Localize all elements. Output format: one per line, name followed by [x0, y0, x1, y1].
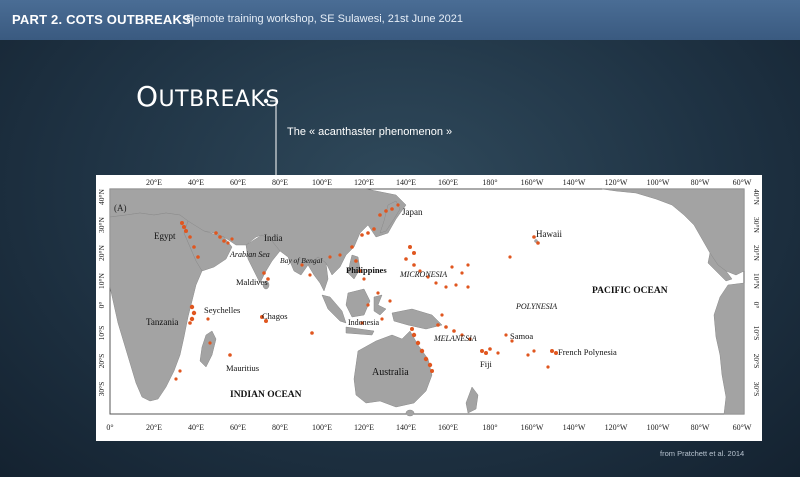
label-fiji: Fiji — [480, 359, 492, 369]
lon-label-top: 20°E — [146, 178, 162, 187]
lon-label-bottom: 160°W — [521, 423, 544, 432]
panel-label: (A) — [114, 203, 127, 213]
lon-label-top: 80°W — [691, 178, 710, 187]
lon-label-bottom: 120°W — [605, 423, 628, 432]
label-arabian-sea: Arabian Sea — [229, 250, 270, 259]
header-part-label: PART 2. COTS OUTBREAKS| — [12, 12, 195, 27]
lat-label-right: 20°N — [752, 245, 761, 261]
label-bay-of-bengal: Bay of Bengal — [280, 256, 323, 265]
lat-label-right: 0° — [752, 302, 761, 309]
label-hawaii: Hawaii — [536, 229, 562, 239]
lat-label-right: 30°S — [752, 382, 761, 397]
right-latitude-labels: 40°N 30°N 20°N 10°N 0° 10°S 20°S 30°S — [752, 189, 761, 396]
lat-label-left: 30°S — [97, 382, 106, 397]
lon-label-bottom: 100°W — [647, 423, 670, 432]
lon-label-top: 160°E — [438, 178, 458, 187]
outbreak-map: 20°E 40°E 60°E 80°E 100°E 120°E 140°E 16… — [96, 175, 762, 441]
lon-label-bottom: 0° — [106, 423, 113, 432]
lon-label-top: 140°E — [396, 178, 416, 187]
lon-label-bottom: 80°W — [691, 423, 710, 432]
lon-label-top: 100°E — [312, 178, 332, 187]
slide-title: OUTBREAKS — [136, 80, 280, 113]
lat-label-left: 10°N — [97, 272, 106, 288]
label-melanesia: MELANESIA — [433, 334, 477, 343]
source-credit: from Pratchett et al. 2014 — [660, 449, 745, 458]
title-first-letter: O — [136, 80, 159, 113]
lat-label-right: 30°N — [752, 217, 761, 233]
lat-label-left: 20°N — [97, 244, 106, 260]
header-subtitle: Remote training workshop, SE Sulawesi, 2… — [186, 13, 463, 25]
label-chagos: Chagos — [262, 311, 288, 321]
lat-label-left: 30°N — [97, 216, 106, 232]
lon-label-top: 120°E — [354, 178, 374, 187]
lon-label-bottom: 180° — [482, 423, 497, 432]
label-egypt: Egypt — [154, 231, 176, 241]
lon-label-top: 80°E — [272, 178, 288, 187]
lat-label-left: 0° — [97, 302, 106, 309]
label-pacific-ocean: PACIFIC OCEAN — [592, 286, 668, 296]
label-japan: Japan — [402, 207, 423, 217]
label-indonesia: Indonesia — [348, 318, 380, 327]
lat-label-right: 40°N — [752, 189, 761, 205]
label-samoa: Samoa — [510, 331, 533, 341]
label-french-polynesia: French Polynesia — [558, 347, 617, 357]
lon-label-bottom: 120°E — [354, 423, 374, 432]
lon-label-bottom: 40°E — [188, 423, 204, 432]
lat-label-right: 20°S — [752, 354, 761, 369]
label-maldives: Maldives — [236, 277, 268, 287]
lon-label-bottom: 140°E — [396, 423, 416, 432]
label-indian-ocean: INDIAN OCEAN — [230, 390, 302, 400]
map-svg: 20°E 40°E 60°E 80°E 100°E 120°E 140°E 16… — [97, 178, 761, 432]
lon-label-top: 180° — [482, 178, 497, 187]
lat-label-left: 10°S — [97, 326, 106, 341]
label-australia: Australia — [372, 367, 409, 378]
lon-label-top: 100°W — [647, 178, 670, 187]
label-seychelles: Seychelles — [204, 305, 240, 315]
header-bar: PART 2. COTS OUTBREAKS| Remote training … — [0, 0, 800, 40]
label-india: India — [264, 233, 283, 243]
lon-label-bottom: 60°W — [733, 423, 752, 432]
lon-label-bottom: 60°E — [230, 423, 246, 432]
lon-label-top: 160°W — [521, 178, 544, 187]
label-tanzania: Tanzania — [146, 317, 178, 327]
bottom-longitude-labels: 0° 20°E 40°E 60°E 80°E 100°E 120°E 140°E… — [106, 423, 751, 432]
label-micronesia: MICRONESIA — [399, 270, 447, 279]
lat-label-right: 10°N — [752, 273, 761, 289]
lon-label-top: 120°W — [605, 178, 628, 187]
top-longitude-labels: 20°E 40°E 60°E 80°E 100°E 120°E 140°E 16… — [146, 178, 752, 187]
label-philippines: Philippines — [346, 265, 387, 275]
lon-label-bottom: 100°E — [312, 423, 332, 432]
lon-label-top: 60°E — [230, 178, 246, 187]
lon-label-top: 140°W — [563, 178, 586, 187]
lon-label-bottom: 80°E — [272, 423, 288, 432]
label-mauritius: Mauritius — [226, 363, 259, 373]
lon-label-top: 60°W — [733, 178, 752, 187]
lat-label-left: 20°S — [97, 354, 106, 369]
lon-label-bottom: 140°W — [563, 423, 586, 432]
title-rest: UTBREAKS — [158, 87, 280, 112]
lon-label-top: 40°E — [188, 178, 204, 187]
left-latitude-labels: 40°N 30°N 20°N 10°N 0° 10°S 20°S 30°S — [97, 188, 106, 396]
slide-subtitle: The « acanthaster phenomenon » — [287, 126, 453, 138]
label-polynesia: POLYNESIA — [515, 302, 557, 311]
lat-label-right: 10°S — [752, 326, 761, 341]
lat-label-left: 40°N — [97, 188, 106, 204]
lon-label-bottom: 160°E — [438, 423, 458, 432]
lon-label-bottom: 20°E — [146, 423, 162, 432]
